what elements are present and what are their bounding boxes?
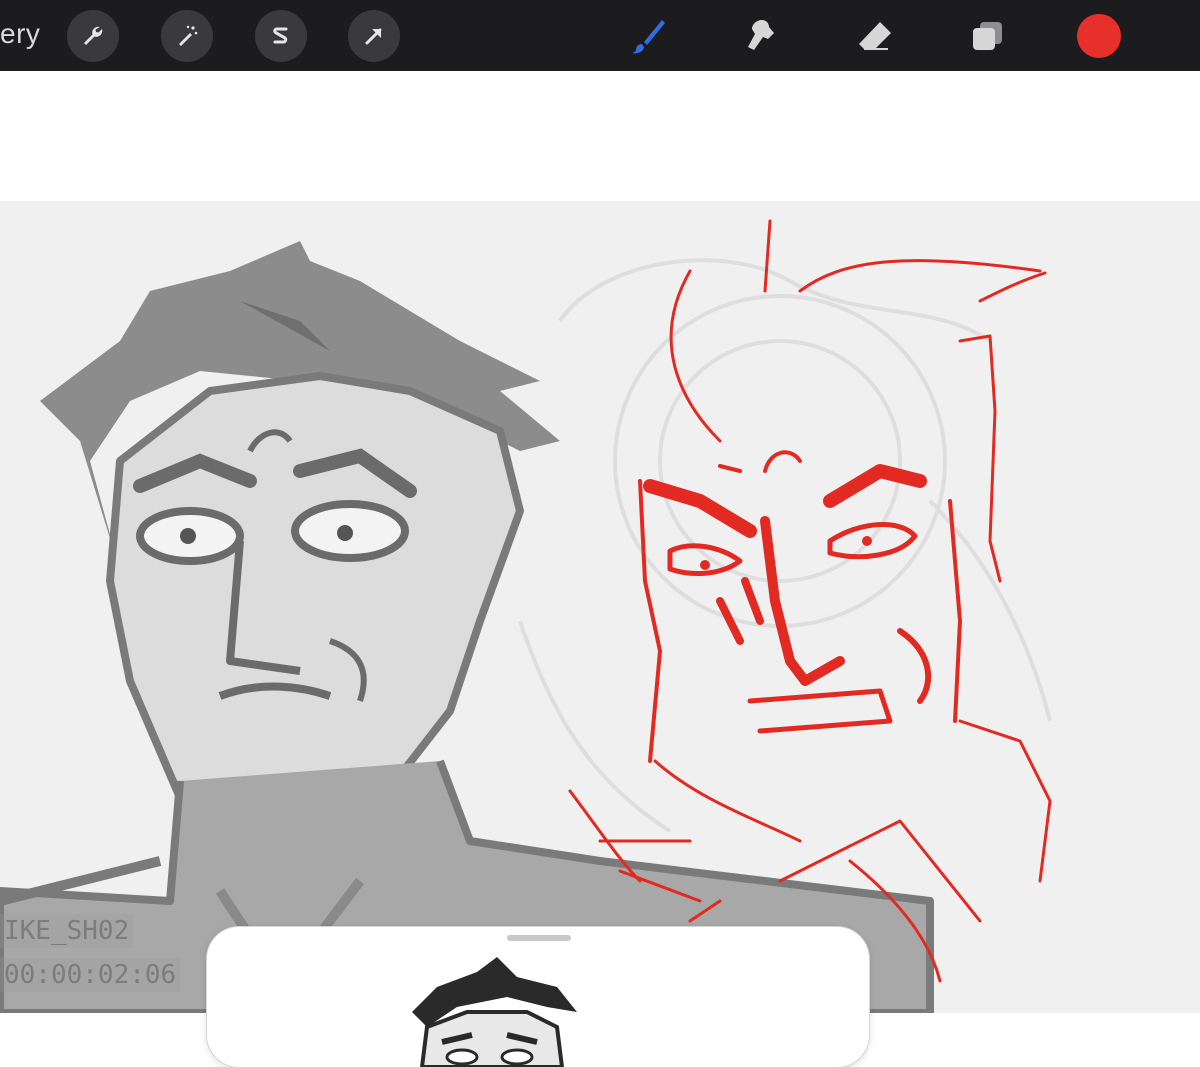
- slate-timecode: 00:00:02:06: [0, 958, 181, 992]
- smudge-icon[interactable]: [740, 14, 784, 58]
- top-toolbar: ery: [0, 0, 1200, 71]
- wrench-icon[interactable]: [67, 10, 119, 62]
- color-picker-swatch[interactable]: [1077, 14, 1121, 58]
- eraser-icon[interactable]: [853, 14, 897, 58]
- layers-icon[interactable]: [966, 14, 1010, 58]
- slate-shot-label: IKE_SH02: [0, 914, 134, 948]
- reference-thumbnail: [412, 957, 577, 1067]
- reference-panel[interactable]: [207, 927, 869, 1067]
- brush-icon[interactable]: [626, 14, 670, 58]
- drawing-canvas[interactable]: IKE_SH02 00:00:02:06: [0, 201, 1200, 1013]
- canvas-workspace: IKE_SH02 00:00:02:06: [0, 71, 1200, 1052]
- artwork: [0, 219, 1052, 1013]
- transform-arrow-icon[interactable]: [348, 10, 400, 62]
- magic-wand-icon[interactable]: [161, 10, 213, 62]
- gallery-button[interactable]: ery: [0, 18, 40, 50]
- selection-s-icon[interactable]: [255, 10, 307, 62]
